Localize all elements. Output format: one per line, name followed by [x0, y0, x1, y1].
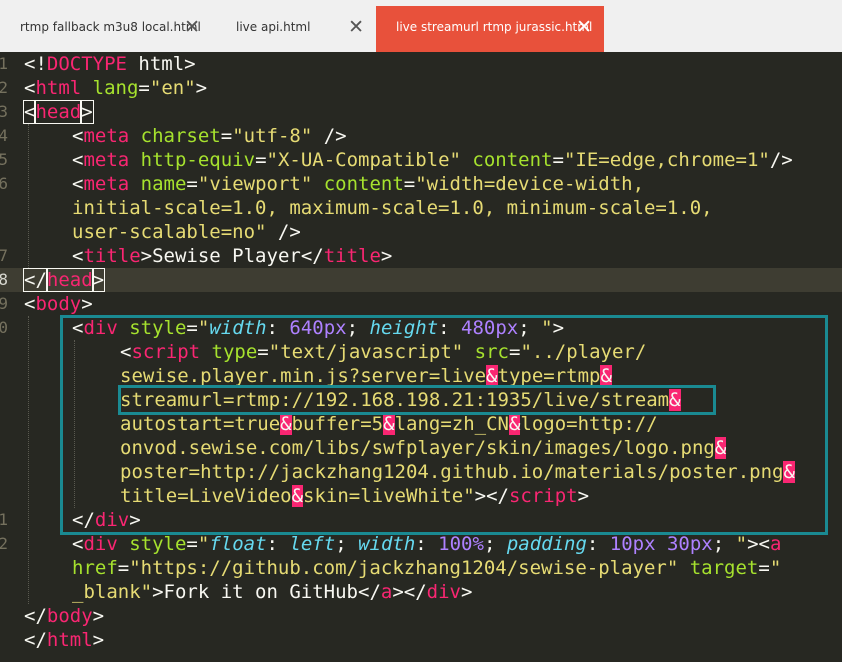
- tab-label: rtmp fallback m3u8 local.html: [20, 20, 201, 34]
- code-editor[interactable]: 1 2 3 4 5 6 7 8 9 0 1 2 <!DOCTYPE html> …: [0, 52, 842, 662]
- code-line: <body>: [24, 293, 93, 315]
- code-line: </head>: [23, 268, 106, 292]
- code-line: <!DOCTYPE html>: [24, 53, 196, 75]
- code-line: <meta http-equiv="X-UA-Compatible" conte…: [72, 149, 793, 171]
- tab-label: live api.html: [236, 20, 311, 34]
- line-number: 9: [0, 294, 8, 313]
- code-line: <html lang="en">: [24, 77, 208, 99]
- close-icon[interactable]: ✕: [348, 18, 364, 37]
- tab-live-api[interactable]: live api.html ✕: [216, 6, 376, 52]
- line-number: 1: [0, 54, 8, 73]
- line-number: 2: [0, 534, 8, 553]
- line-number: 7: [0, 246, 8, 265]
- indent-guide: [28, 124, 29, 268]
- code-line: <head>: [22, 100, 94, 124]
- close-icon[interactable]: ✕: [576, 18, 592, 37]
- line-number: 5: [0, 150, 8, 169]
- current-line-highlight: [0, 268, 842, 292]
- line-number: 4: [0, 126, 8, 145]
- tab-rtmp-fallback[interactable]: rtmp fallback m3u8 local.html ✕: [0, 6, 212, 52]
- code-line: <meta charset="utf-8" />: [72, 125, 347, 147]
- line-number: 2: [0, 78, 8, 97]
- code-line: user-scalable=no" />: [72, 221, 301, 243]
- code-line: <title>Sewise Player</title>: [72, 245, 393, 267]
- code-line: </body>: [24, 605, 105, 627]
- line-number: 8: [0, 270, 8, 289]
- tab-bar: rtmp fallback m3u8 local.html ✕ live api…: [0, 0, 842, 52]
- line-number: 6: [0, 174, 8, 193]
- tab-live-streamurl[interactable]: live streamurl rtmp jurassic.html ✕: [376, 6, 604, 52]
- code-line: <meta name="viewport" content="width=dev…: [72, 173, 645, 195]
- line-gutter: 1 2 3 4 5 6 7 8 9 0 1 2: [0, 52, 22, 662]
- tab-label: live streamurl rtmp jurassic.html: [396, 20, 593, 34]
- code-line: href="https://github.com/jackzhang1204/s…: [72, 557, 782, 579]
- code-line: _blank">Fork it on GitHub</a></div>: [72, 581, 473, 603]
- close-icon[interactable]: ✕: [184, 18, 200, 37]
- annotation-box-div: [60, 315, 828, 535]
- indent-guide: [28, 316, 29, 604]
- code-line: </html>: [24, 629, 105, 651]
- annotation-box-streamurl: [118, 385, 716, 415]
- code-line: <div style="float: left; width: 100%; pa…: [72, 533, 782, 555]
- line-number: 1: [0, 510, 8, 529]
- line-number: 0: [0, 318, 8, 337]
- line-number: 3: [0, 102, 8, 121]
- code-line: initial-scale=1.0, maximum-scale=1.0, mi…: [72, 197, 713, 219]
